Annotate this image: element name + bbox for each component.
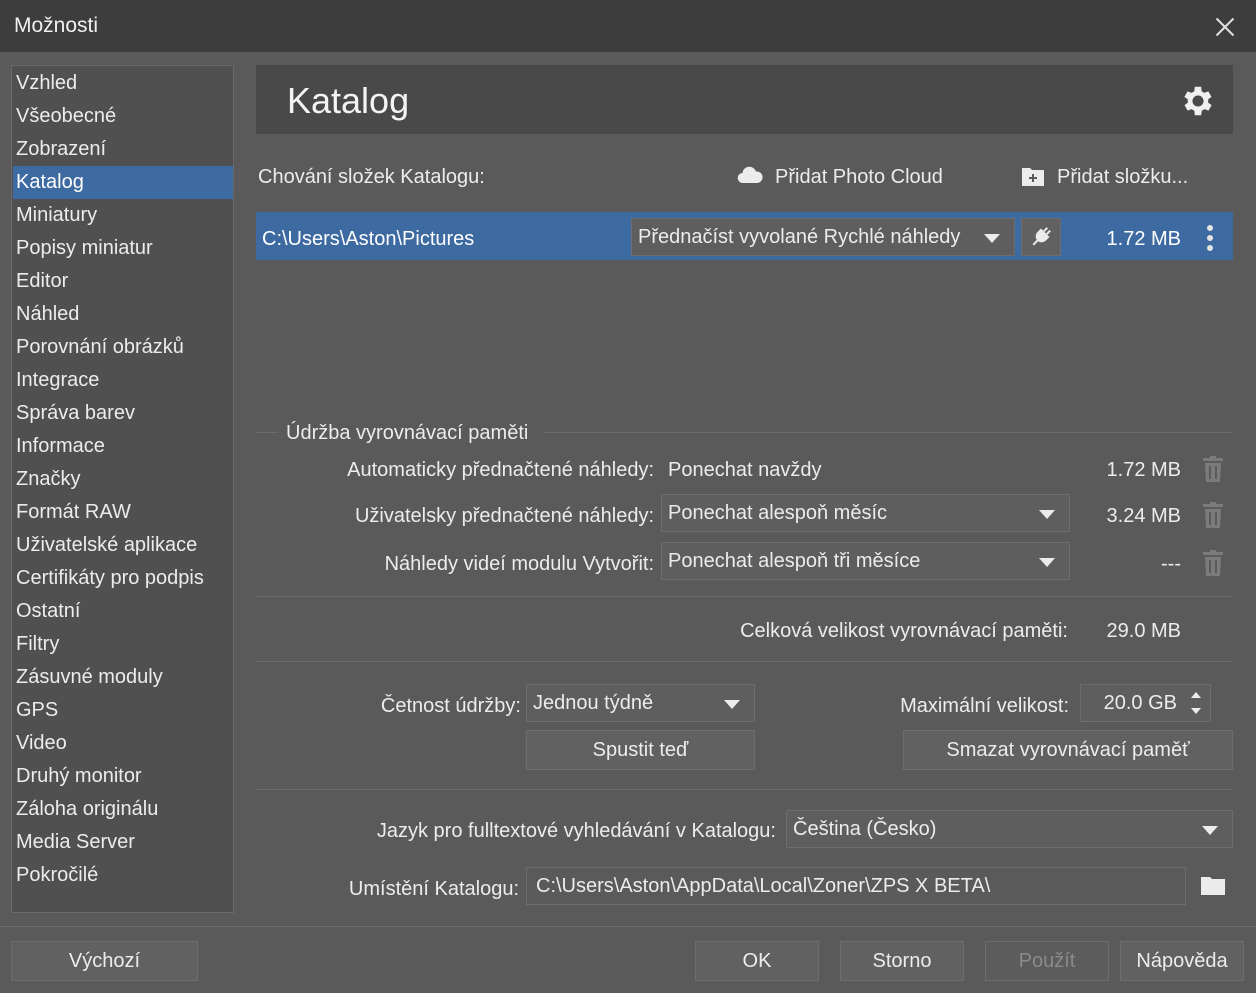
video-previews-value: Ponechat alespoň tři měsíce: [668, 550, 921, 572]
search-language-label: Jazyk pro fulltextové vyhledávání v Kata…: [376, 820, 776, 842]
run-now-button[interactable]: Spustit teď: [526, 730, 755, 770]
sidebar-item-video[interactable]: Video: [13, 727, 233, 760]
video-previews-label: Náhledy videí modulu Vytvořit:: [384, 553, 654, 575]
cancel-button[interactable]: Storno: [840, 941, 964, 981]
divider: [256, 432, 278, 433]
video-previews-select[interactable]: Ponechat alespoň tři měsíce: [661, 542, 1070, 580]
folders-label: Chování složek Katalogu:: [258, 166, 485, 188]
sidebar-item-všeobecné[interactable]: Všeobecné: [13, 100, 233, 133]
window-title: Možnosti: [14, 14, 99, 37]
add-photo-cloud-button[interactable]: Přidat Photo Cloud: [775, 166, 943, 189]
catalog-location-value: C:\Users\Aston\AppData\Local\Zoner\ZPS X…: [536, 875, 991, 897]
total-cache-value: 29.0 MB: [1106, 620, 1181, 642]
folder-mode-value: Přednačíst vyvolané Rychlé náhledy: [638, 226, 961, 248]
user-previews-select[interactable]: Ponechat alespoň měsíc: [661, 494, 1070, 532]
auto-previews-label: Automaticky přednačtené náhledy:: [347, 459, 654, 481]
apply-button[interactable]: Použít: [985, 941, 1109, 981]
chevron-down-icon: [724, 700, 740, 709]
default-button[interactable]: Výchozí: [11, 941, 198, 981]
sidebar-item-ostatní[interactable]: Ostatní: [13, 595, 233, 628]
sidebar-item-miniatury[interactable]: Miniatury: [13, 199, 233, 232]
max-size-label: Maximální velikost:: [900, 695, 1069, 717]
frequency-select[interactable]: Jednou týdně: [526, 684, 755, 722]
folder-icon[interactable]: [1200, 874, 1226, 896]
trash-icon[interactable]: [1203, 456, 1223, 482]
page-title: Katalog: [287, 80, 410, 121]
ok-button[interactable]: OK: [695, 941, 819, 981]
sidebar-item-katalog[interactable]: Katalog: [13, 166, 233, 199]
sidebar-item-filtry[interactable]: Filtry: [13, 628, 233, 661]
sidebar-item-formát-raw[interactable]: Formát RAW: [13, 496, 233, 529]
plug-icon: [1032, 227, 1051, 246]
help-button[interactable]: Nápověda: [1120, 941, 1244, 981]
chevron-down-icon: [1039, 510, 1055, 519]
sidebar-item-záloha-originálu[interactable]: Záloha originálu: [13, 793, 233, 826]
folder-size: 1.72 MB: [1106, 228, 1181, 250]
divider: [256, 596, 1233, 597]
clear-cache-button[interactable]: Smazat vyrovnávací paměť: [903, 730, 1233, 770]
folder-path: C:\Users\Aston\Pictures: [262, 228, 475, 250]
sidebar-item-zobrazení[interactable]: Zobrazení: [13, 133, 233, 166]
spinner-icon[interactable]: [1182, 685, 1210, 721]
sidebar-item-editor[interactable]: Editor: [13, 265, 233, 298]
chevron-down-icon: [1202, 826, 1218, 835]
sidebar-item-značky[interactable]: Značky: [13, 463, 233, 496]
sidebar-item-vzhled[interactable]: Vzhled: [13, 67, 233, 100]
catalog-location-label: Umístění Katalogu:: [348, 878, 519, 900]
more-vertical-icon[interactable]: [1206, 225, 1214, 251]
frequency-label: Četnost údržby:: [380, 695, 521, 717]
catalog-location-input[interactable]: C:\Users\Aston\AppData\Local\Zoner\ZPS X…: [526, 867, 1186, 905]
divider: [256, 661, 1233, 662]
max-size-value: 20.0 GB: [1103, 692, 1177, 714]
folder-plus-icon[interactable]: [1021, 165, 1045, 187]
cloud-icon[interactable]: [737, 165, 763, 185]
user-previews-value: Ponechat alespoň měsíc: [668, 502, 888, 524]
sidebar-item-pokročilé[interactable]: Pokročilé: [13, 859, 233, 892]
auto-previews-value: Ponechat navždy: [668, 459, 822, 481]
max-size-input[interactable]: 20.0 GB: [1080, 684, 1211, 722]
sidebar-item-gps[interactable]: GPS: [13, 694, 233, 727]
sidebar-item-porovnání-obrázků[interactable]: Porovnání obrázků: [13, 331, 233, 364]
user-previews-label: Uživatelsky přednačtené náhledy:: [354, 505, 654, 527]
title-bar: [0, 0, 1256, 52]
sidebar-item-druhý-monitor[interactable]: Druhý monitor: [13, 760, 233, 793]
sidebar-item-integrace[interactable]: Integrace: [13, 364, 233, 397]
folder-mode-select[interactable]: Přednačíst vyvolané Rychlé náhledy: [631, 218, 1015, 256]
sidebar-item-informace[interactable]: Informace: [13, 430, 233, 463]
sidebar-item-zásuvné-moduly[interactable]: Zásuvné moduly: [13, 661, 233, 694]
close-icon[interactable]: [1212, 14, 1238, 40]
sidebar: Vzhled Všeobecné Zobrazení Katalog Miniatury…: [11, 65, 234, 913]
search-language-value: Čeština (Česko): [793, 818, 937, 840]
sidebar-item-náhled[interactable]: Náhled: [13, 298, 233, 331]
chevron-down-icon: [1039, 558, 1055, 567]
user-previews-size: 3.24 MB: [1106, 505, 1181, 527]
sidebar-item-uživatelské-aplikace[interactable]: Uživatelské aplikace: [13, 529, 233, 562]
search-language-select[interactable]: Čeština (Česko): [786, 810, 1233, 848]
total-cache-label: Celková velikost vyrovnávací paměti:: [740, 620, 1068, 642]
trash-icon[interactable]: [1203, 550, 1223, 576]
divider: [544, 432, 1233, 433]
divider: [256, 789, 1233, 790]
video-previews-size: ---: [1161, 553, 1181, 575]
frequency-value: Jednou týdně: [533, 692, 654, 714]
chevron-down-icon: [984, 234, 1000, 243]
add-folder-button[interactable]: Přidat složku...: [1057, 166, 1188, 189]
divider: [0, 926, 1256, 927]
plug-button[interactable]: [1021, 218, 1061, 256]
sidebar-item-správa-barev[interactable]: Správa barev: [13, 397, 233, 430]
sidebar-item-media-server[interactable]: Media Server: [13, 826, 233, 859]
trash-icon[interactable]: [1203, 502, 1223, 528]
gear-icon[interactable]: [1179, 82, 1217, 120]
sidebar-item-certifikáty-pro-podpis[interactable]: Certifikáty pro podpis: [13, 562, 233, 595]
auto-previews-size: 1.72 MB: [1106, 459, 1181, 481]
cache-section-title: Údržba vyrovnávací paměti: [286, 422, 529, 444]
sidebar-item-popisy-miniatur[interactable]: Popisy miniatur: [13, 232, 233, 265]
